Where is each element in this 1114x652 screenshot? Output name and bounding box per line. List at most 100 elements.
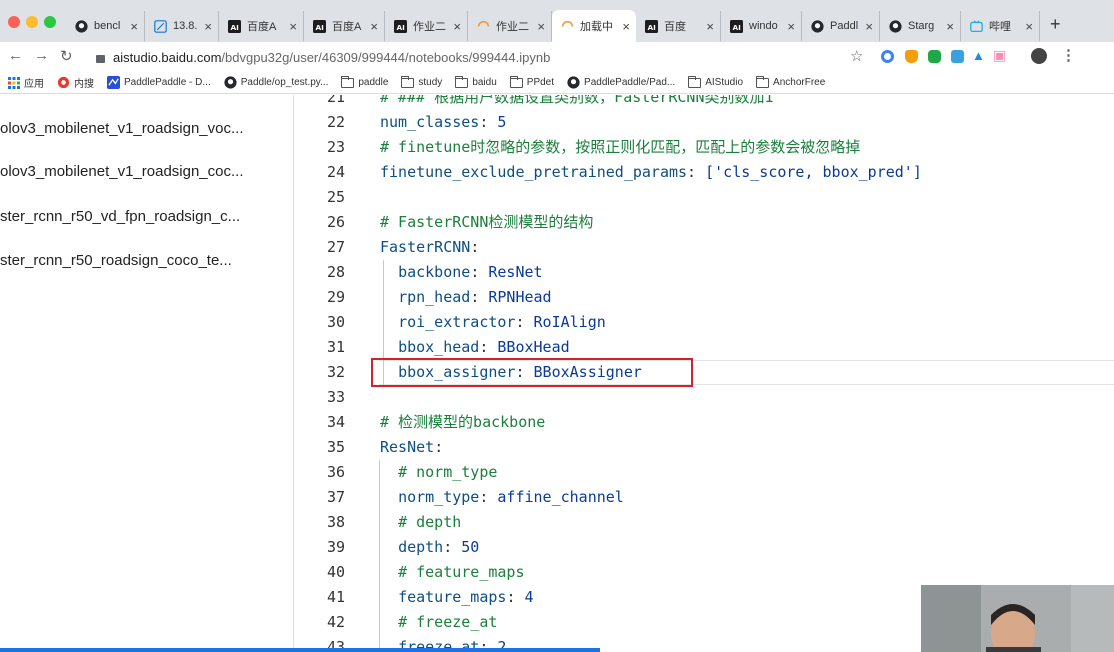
browser-tab[interactable]: AI 作业二 × <box>385 11 468 41</box>
bookmark-label: PPdet <box>526 77 555 88</box>
loading-progress-bar <box>0 648 600 652</box>
address-bar[interactable]: aistudio.baidu.com/bdvgpu32g/user/46309/… <box>86 46 876 68</box>
bookmark-item[interactable]: 内搜 <box>57 75 94 90</box>
code-text: # ### 根据用户数据设置类别数，FasterRCNN类别数加1 <box>380 95 774 110</box>
code-line: 30 roi_extractor: RoIAlign <box>295 310 1114 335</box>
browser-tab[interactable]: Paddl × <box>802 11 880 41</box>
close-icon[interactable]: × <box>130 19 138 34</box>
bookmark-item[interactable]: Paddle/op_test.py... <box>224 76 329 89</box>
close-icon[interactable]: × <box>370 19 378 34</box>
code-text: # norm_type <box>380 460 497 485</box>
browser-tab[interactable]: 13.8. × <box>145 11 219 41</box>
code-comment: # freeze_at <box>398 613 498 631</box>
code-line: 38 # depth <box>295 510 1114 535</box>
code-line: 35 ResNet: <box>295 435 1114 460</box>
close-icon[interactable]: × <box>706 19 714 34</box>
line-number: 36 <box>326 463 345 481</box>
bookmark-label: Paddle/op_test.py... <box>240 77 329 88</box>
close-icon[interactable]: × <box>787 19 795 34</box>
forward-button[interactable]: → <box>34 47 49 64</box>
code-comment: # FasterRCNN检测模型的结构 <box>380 213 594 231</box>
bilibili-icon <box>969 19 984 34</box>
arrow-extension-icon[interactable]: ▲ <box>972 48 985 63</box>
bookmark-item[interactable]: baidu <box>455 75 497 88</box>
code-editor[interactable]: 21 # ### 根据用户数据设置类别数，FasterRCNN类别数加1 22 num… <box>295 95 1114 652</box>
code-punct: : <box>479 113 498 131</box>
bookmark-label: baidu <box>472 77 497 88</box>
bookmark-label: 内搜 <box>74 79 94 90</box>
code-key: backbone <box>398 263 471 281</box>
opera-extension-icon[interactable] <box>881 50 894 63</box>
code-punct <box>380 588 398 606</box>
code-punct <box>380 313 398 331</box>
bookmark-label: PaddlePaddle/Pad... <box>584 77 676 88</box>
edit-extension-icon[interactable] <box>951 50 964 63</box>
code-line: 37 norm_type: affine_channel <box>295 485 1114 510</box>
line-number: 25 <box>326 188 345 206</box>
close-icon[interactable]: × <box>1025 19 1033 34</box>
code-punct <box>380 338 398 356</box>
bookmark-item[interactable]: PaddlePaddle - D... <box>107 76 211 89</box>
window-close-button[interactable] <box>8 16 20 28</box>
code-punct: : <box>515 313 534 331</box>
bookmark-star-icon[interactable]: ☆ <box>850 47 863 65</box>
shield-extension-icon[interactable] <box>905 50 918 63</box>
tab-title: bencl <box>94 20 121 32</box>
browser-tab[interactable]: AI 百度 × <box>636 11 721 41</box>
folder-icon <box>341 75 355 88</box>
close-icon[interactable]: × <box>865 19 873 34</box>
file-item[interactable]: olov3_mobilenet_v1_roadsign_voc... <box>0 120 244 137</box>
window-minimize-button[interactable] <box>26 16 38 28</box>
code-punct <box>380 538 398 556</box>
code-punct <box>380 288 398 306</box>
close-icon[interactable]: × <box>204 19 212 34</box>
new-tab-button[interactable]: + <box>1050 14 1061 35</box>
tab-title: 哔哩 <box>989 21 1011 33</box>
line-number: 35 <box>326 438 345 456</box>
browser-tab[interactable]: 加载中 × <box>552 10 636 42</box>
close-icon[interactable]: × <box>289 19 297 34</box>
evernote-extension-icon[interactable] <box>928 50 941 63</box>
pink-extension-icon[interactable]: ▣ <box>993 47 1006 64</box>
tab-title: Paddl <box>830 20 859 32</box>
bookmark-item[interactable]: PPdet <box>509 75 555 88</box>
browser-tab[interactable]: Starg × <box>880 11 961 41</box>
line-number: 23 <box>326 138 345 156</box>
close-icon[interactable]: × <box>537 19 545 34</box>
browser-tab[interactable]: 哔哩 × <box>961 11 1040 41</box>
browser-tab[interactable]: AI windo × <box>721 11 802 41</box>
profile-avatar[interactable] <box>1031 48 1047 64</box>
code-line: 26 # FasterRCNN检测模型的结构 <box>295 210 1114 235</box>
code-comment: # feature_maps <box>398 563 525 581</box>
bookmark-item[interactable]: PaddlePaddle/Pad... <box>567 76 675 89</box>
reload-button[interactable]: ↻ <box>60 47 73 65</box>
bookmark-item[interactable]: AIStudio <box>688 75 743 88</box>
browser-tab[interactable]: AI 百度A × <box>219 11 304 41</box>
line-number: 26 <box>326 213 345 231</box>
file-item[interactable]: ster_rcnn_r50_vd_fpn_roadsign_c... <box>0 208 240 225</box>
bookmark-item[interactable]: paddle <box>341 75 388 88</box>
bookmark-item[interactable]: study <box>401 75 442 88</box>
close-icon[interactable]: × <box>946 19 954 34</box>
code-value: ['cls_score, bbox_pred'] <box>705 163 922 181</box>
file-item[interactable]: ster_rcnn_r50_roadsign_coco_te... <box>0 252 232 269</box>
window-maximize-button[interactable] <box>44 16 56 28</box>
back-button[interactable]: ← <box>8 47 23 64</box>
close-icon[interactable]: × <box>453 19 461 34</box>
bookmark-item[interactable]: AnchorFree <box>756 75 825 88</box>
close-icon[interactable]: × <box>622 19 630 34</box>
lock-icon <box>96 54 105 63</box>
menu-more-icon[interactable]: ⋮ <box>1061 46 1076 64</box>
edit-icon <box>153 19 168 34</box>
browser-tab[interactable]: AI 百度A × <box>304 11 385 41</box>
browser-tab[interactable]: 作业二 × <box>468 11 552 41</box>
tab-list: bencl × 13.8. × AI 百度A × AI 百度A × AI 作业二 × 作业二 × 加载中 × AI… <box>66 10 1040 42</box>
browser-tab[interactable]: bencl × <box>66 11 145 41</box>
code-punct <box>380 463 398 481</box>
ai-icon: AI <box>729 19 744 34</box>
tab-title: windo <box>749 20 778 32</box>
code-line: 33 <box>295 385 1114 410</box>
file-item[interactable]: olov3_mobilenet_v1_roadsign_coc... <box>0 163 244 180</box>
bookmark-item[interactable]: 应用 <box>8 75 44 90</box>
code-punct: : <box>506 588 525 606</box>
